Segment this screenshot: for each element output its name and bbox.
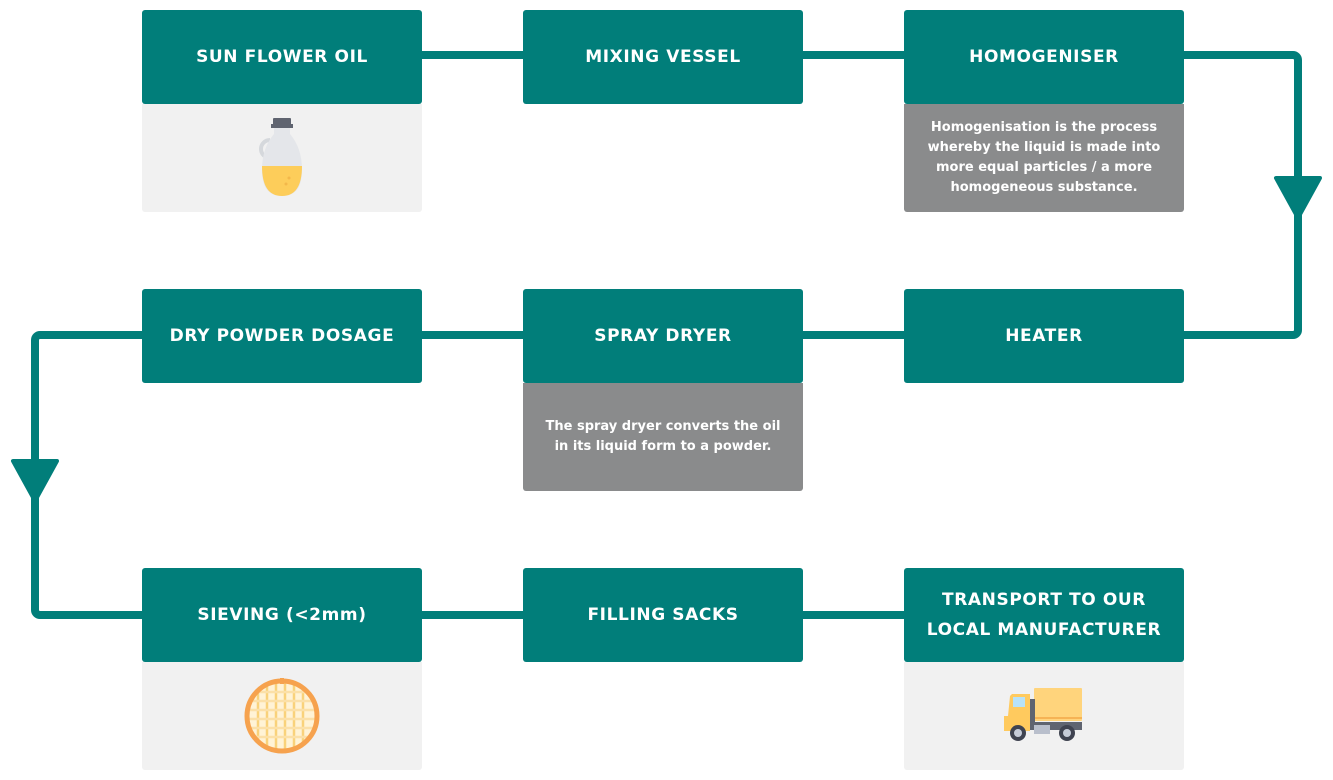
step-title: HOMOGENISER	[904, 10, 1184, 104]
step-description: The spray dryer converts the oil in its …	[523, 383, 803, 491]
arrow-down-icon	[11, 459, 59, 503]
step-title: TRANSPORT TO OUR LOCAL MANUFACTURER	[904, 568, 1184, 662]
step-transport: TRANSPORT TO OUR LOCAL MANUFACTURER	[904, 568, 1184, 770]
step-heater: HEATER	[904, 289, 1184, 383]
step-image-panel	[904, 662, 1184, 770]
step-title: SUN FLOWER OIL	[142, 10, 422, 104]
step-title: HEATER	[904, 289, 1184, 383]
step-image-panel	[142, 662, 422, 770]
step-homogeniser: HOMOGENISER Homogenisation is the proces…	[904, 10, 1184, 212]
step-title: SIEVING (<2mm)	[142, 568, 422, 662]
step-title: DRY POWDER DOSAGE	[142, 289, 422, 383]
truck-icon	[1004, 688, 1082, 741]
step-mixing-vessel: MIXING VESSEL	[523, 10, 803, 104]
step-description: Homogenisation is the process whereby th…	[904, 104, 1184, 212]
step-image-panel	[142, 104, 422, 212]
step-sieving: SIEVING (<2mm)	[142, 568, 422, 770]
step-spray-dryer: SPRAY DRYER The spray dryer converts the…	[523, 289, 803, 491]
step-title: MIXING VESSEL	[523, 10, 803, 104]
step-sun-flower-oil: SUN FLOWER OIL	[142, 10, 422, 212]
step-title: SPRAY DRYER	[523, 289, 803, 383]
step-dry-powder-dosage: DRY POWDER DOSAGE	[142, 289, 422, 383]
sieve-icon	[244, 678, 320, 754]
step-filling-sacks: FILLING SACKS	[523, 568, 803, 662]
connector-homogeniser-to-heater	[1182, 51, 1302, 339]
arrow-down-icon	[1274, 176, 1322, 220]
oil-bottle-icon	[259, 118, 302, 196]
step-title: FILLING SACKS	[523, 568, 803, 662]
